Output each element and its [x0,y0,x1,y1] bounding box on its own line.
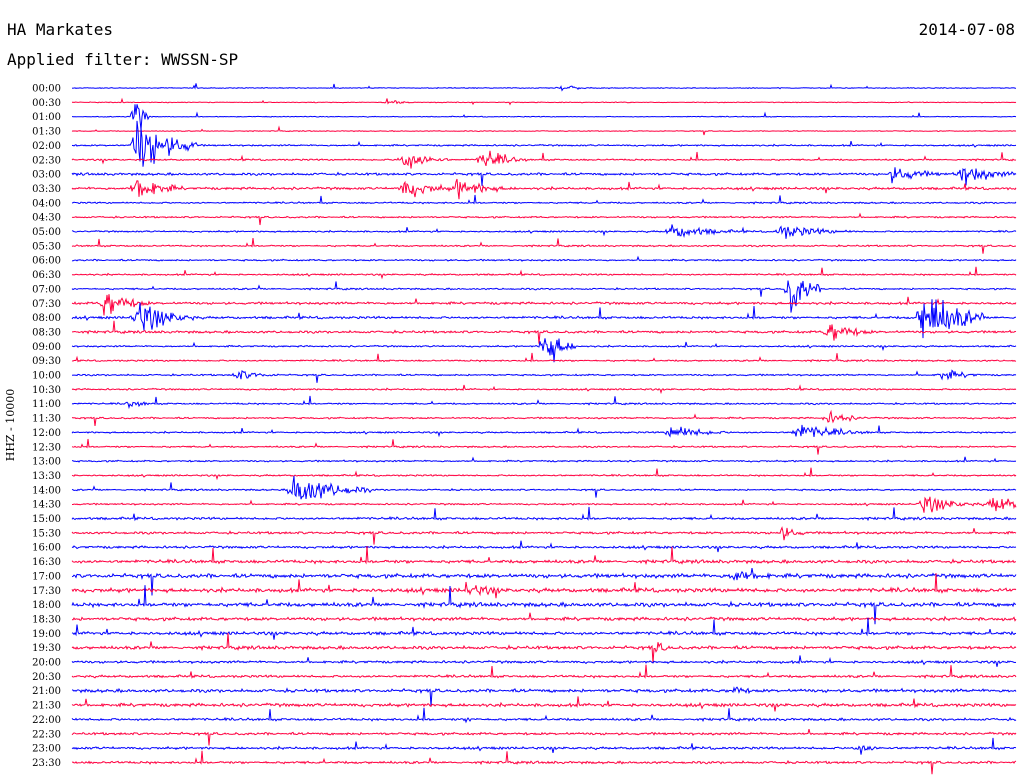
row-time-label: 09:30 [32,356,61,367]
row-time-label: 12:00 [32,428,61,439]
row-time-label: 05:30 [32,241,61,252]
trace-line [71,280,1017,313]
row-time-label: 01:00 [32,112,61,123]
row-time-label: 14:00 [32,485,61,496]
trace-line [71,545,1017,566]
trace-line [71,150,1017,169]
row-time-label: 00:30 [32,98,61,109]
row-time-label: 14:30 [32,500,61,511]
row-time-label: 23:30 [32,758,61,769]
row-time-label: 15:00 [32,514,61,525]
trace-line [71,294,1017,316]
row-time-label: 16:30 [32,557,61,568]
row-time-label: 18:30 [32,614,61,625]
trace-line [71,737,1017,755]
row-time-label: 07:30 [32,299,61,310]
trace-line [71,424,1017,438]
trace-line [71,409,1017,426]
trace-line [71,686,1017,707]
row-time-label: 13:30 [32,471,61,482]
row-time-label: 18:00 [32,600,61,611]
trace-line [71,696,1017,712]
trace-line [71,655,1017,667]
trace-line [71,632,1017,664]
trace-line [71,238,1016,254]
trace-line [71,83,1017,92]
row-time-label: 13:00 [32,457,61,468]
trace-line [71,266,1017,280]
trace-line [71,750,1017,775]
row-time-label: 08:30 [32,327,61,338]
row-time-label: 06:30 [32,270,61,281]
row-time-label: 05:00 [32,227,61,238]
row-time-label: 06:00 [32,256,61,267]
row-time-label: 09:00 [32,342,61,353]
row-time-label: 07:00 [32,284,61,295]
row-time-label: 12:30 [32,442,61,453]
row-time-label: 20:00 [32,658,61,669]
row-time-label: 17:00 [32,571,61,582]
trace-line [71,707,1017,724]
time-tick-labels: 00:00 00:30 01:00 01:30 02:00 02:30 03:00 03:30… [32,84,61,769]
helicorder-plot: 00:00 00:30 01:00 01:30 02:00 02:30 03:00 03:30… [4,83,1017,775]
trace-line [72,320,1017,344]
trace-line [71,255,1017,262]
row-time-label: 17:30 [32,586,61,597]
trace-line [71,506,1017,522]
trace-line [71,664,1017,680]
trace-line [71,125,1017,136]
row-time-label: 20:30 [32,672,61,683]
trace-line [71,467,1017,481]
row-time-label: 02:30 [32,155,61,166]
trace-line [71,97,1017,106]
row-time-label: 01:30 [32,127,61,138]
row-time-label: 21:00 [32,686,61,697]
trace-line [72,104,1017,130]
row-time-label: 22:30 [32,729,61,740]
row-time-label: 15:30 [32,528,61,539]
row-time-label: 19:30 [32,643,61,654]
trace-line [71,178,1017,200]
trace-line [71,395,1017,410]
trace-line [71,438,1017,455]
row-time-label: 21:30 [32,701,61,712]
row-time-label: 10:30 [32,385,61,396]
trace-line [71,212,1017,226]
row-time-label: 10:00 [32,371,61,382]
trace-line [71,352,1017,363]
row-time-label: 19:00 [32,629,61,640]
row-time-label: 08:00 [32,313,61,324]
row-time-label: 03:30 [32,184,61,195]
row-time-label: 23:00 [32,744,61,755]
trace-line [71,338,1017,363]
trace-line [71,728,1017,746]
trace-line [71,526,1017,545]
seismic-traces [71,83,1017,775]
row-time-label: 11:00 [32,399,61,410]
row-time-label: 22:00 [32,715,61,726]
row-time-label: 11:30 [32,414,61,425]
row-time-label: 02:00 [32,141,61,152]
trace-line [71,384,1017,395]
channel-axis-label: HHZ - 10000 [4,389,17,462]
trace-line [71,475,1017,500]
row-time-label: 04:30 [32,213,61,224]
trace-line [71,224,1017,239]
row-time-label: 00:00 [32,84,61,95]
row-time-label: 04:00 [32,198,61,209]
trace-line [71,456,1017,463]
trace-line [72,496,1017,513]
trace-line [71,167,1017,186]
row-time-label: 03:00 [32,170,61,181]
trace-line [71,194,1017,205]
trace-line [71,369,1017,383]
row-time-label: 16:00 [32,543,61,554]
